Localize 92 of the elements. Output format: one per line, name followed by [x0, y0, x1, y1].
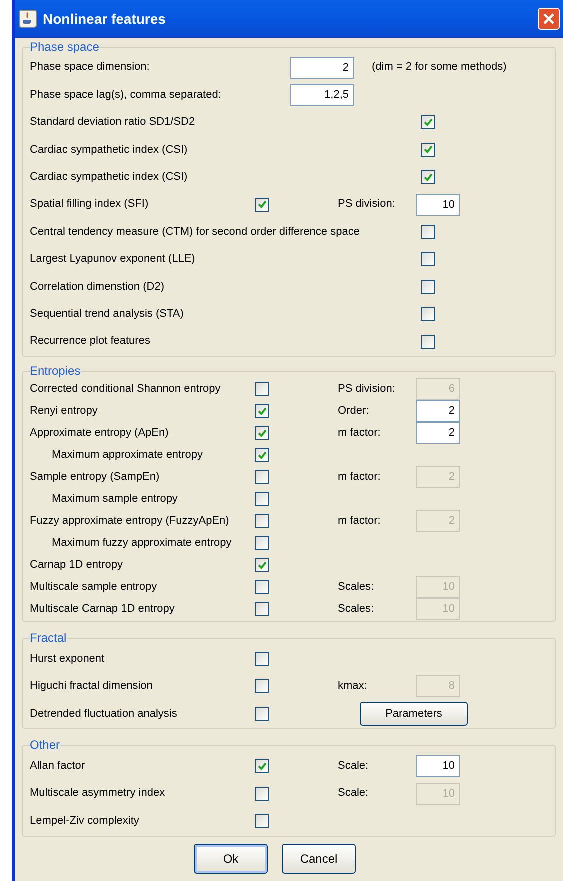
window-title: Nonlinear features — [43, 10, 166, 28]
checkbox[interactable] — [421, 307, 435, 322]
check-icon — [258, 406, 266, 416]
option-label: Correlation dimenstion (D2) — [30, 280, 164, 295]
group-title: Phase space — [30, 41, 100, 54]
checkbox[interactable] — [255, 382, 269, 396]
close-button[interactable] — [538, 8, 560, 30]
number-field[interactable]: 2 — [416, 400, 460, 422]
option-label: Multiscale sample entropy — [30, 580, 158, 596]
group-title: Entropies — [30, 365, 81, 378]
option-label: Hurst exponent — [30, 652, 105, 667]
option-label: Standard deviation ratio SD1/SD2 — [30, 115, 196, 130]
checkbox[interactable] — [255, 580, 269, 594]
option-label: Corrected conditional Shannon entropy — [30, 382, 221, 398]
option-label: Largest Lyapunov exponent (LLE) — [30, 252, 196, 268]
check-icon — [424, 118, 432, 127]
parameter-label: Scale: — [338, 758, 370, 774]
parameter-label: PS division: — [338, 197, 396, 212]
option-label: Sample entropy (SampEn) — [30, 470, 160, 486]
option-label: Allan factor — [30, 758, 86, 774]
hint-text: (dim = 2 for some methods) — [372, 60, 507, 76]
number-field[interactable]: 10 — [416, 194, 460, 216]
option-label: Multiscale Carnap 1D entropy — [30, 602, 175, 618]
number-field[interactable]: 2 — [416, 422, 460, 444]
check-icon — [424, 145, 432, 154]
check-icon — [258, 428, 266, 438]
parameter-label: kmax: — [338, 679, 368, 694]
number-field[interactable]: 10 — [416, 755, 460, 778]
check-icon — [258, 762, 266, 771]
checkbox[interactable] — [255, 706, 269, 721]
option-label: Maximum approximate entropy — [52, 448, 204, 464]
checkbox[interactable] — [421, 142, 435, 157]
dialog-button[interactable]: Cancel — [282, 844, 356, 874]
option-label: Maximum sample entropy — [52, 492, 178, 508]
parameter-label: m factor: — [338, 426, 382, 442]
checkbox[interactable] — [255, 814, 269, 828]
parameter-label: Order: — [338, 404, 370, 420]
checkbox[interactable] — [255, 404, 269, 418]
checkbox[interactable] — [255, 426, 269, 440]
option-label: Cardiac sympathetic index (CSI) — [30, 142, 188, 158]
dialog-button[interactable]: Ok — [194, 844, 268, 874]
check-icon — [258, 200, 266, 210]
checkbox[interactable] — [255, 786, 269, 801]
option-label: Cardiac sympathetic index (CSI) — [30, 170, 188, 185]
close-icon — [543, 13, 555, 25]
number-field[interactable]: 2 — [290, 56, 354, 79]
checkbox[interactable] — [421, 252, 435, 266]
field-label: Phase space dimension: — [30, 60, 151, 76]
parameter-label: Scales: — [338, 602, 376, 618]
checkbox[interactable] — [255, 198, 269, 212]
option-label: Carnap 1D entropy — [30, 558, 123, 574]
option-label: Maximum fuzzy approximate entropy — [52, 536, 232, 552]
checkbox[interactable] — [255, 652, 269, 666]
parameter-label: m factor: — [338, 514, 382, 530]
option-label: Detrended fluctuation analysis — [30, 706, 178, 722]
checkbox[interactable] — [421, 334, 435, 349]
checkbox[interactable] — [421, 115, 435, 130]
parameters-button[interactable]: Parameters — [360, 702, 468, 726]
checkbox[interactable] — [255, 602, 269, 616]
checkbox[interactable] — [255, 558, 269, 572]
checkbox[interactable] — [255, 536, 269, 550]
checkbox[interactable] — [255, 514, 269, 528]
group-title: Fractal — [30, 632, 67, 646]
checkbox[interactable] — [255, 679, 269, 694]
parameter-label: Scales: — [338, 580, 376, 596]
parameter-label: PS division: — [338, 382, 396, 398]
checkbox[interactable] — [421, 225, 435, 240]
checkbox[interactable] — [255, 448, 269, 462]
checkbox[interactable] — [255, 759, 269, 774]
field-label: Phase space lag(s), comma separated: — [30, 88, 222, 103]
option-label: Spatial filling index (SFI) — [30, 197, 149, 212]
coffee-cup-icon — [19, 10, 37, 28]
option-label: Approximate entropy (ApEn) — [30, 426, 169, 442]
option-label: Higuchi fractal dimension — [30, 679, 153, 694]
check-icon — [258, 450, 266, 460]
number-field[interactable]: 1,2,5 — [290, 84, 354, 106]
parameter-label: m factor: — [338, 470, 382, 486]
check-icon — [424, 172, 432, 182]
option-label: Fuzzy approximate entropy (FuzzyApEn) — [30, 514, 230, 530]
checkbox[interactable] — [421, 280, 435, 294]
option-label: Central tendency measure (CTM) for second order difference space — [30, 224, 360, 240]
option-label: Sequential trend analysis (STA) — [30, 306, 184, 322]
check-icon — [258, 560, 266, 570]
checkbox[interactable] — [255, 492, 269, 506]
checkbox[interactable] — [255, 470, 269, 484]
checkbox[interactable] — [421, 170, 435, 184]
group-title: Other — [30, 739, 60, 752]
option-label: Renyi entropy — [30, 404, 98, 420]
parameter-label: Scale: — [338, 786, 370, 802]
option-label: Lempel-Ziv complexity — [30, 814, 140, 829]
option-label: Multiscale asymmetry index — [30, 786, 166, 802]
option-label: Recurrence plot features — [30, 334, 150, 350]
